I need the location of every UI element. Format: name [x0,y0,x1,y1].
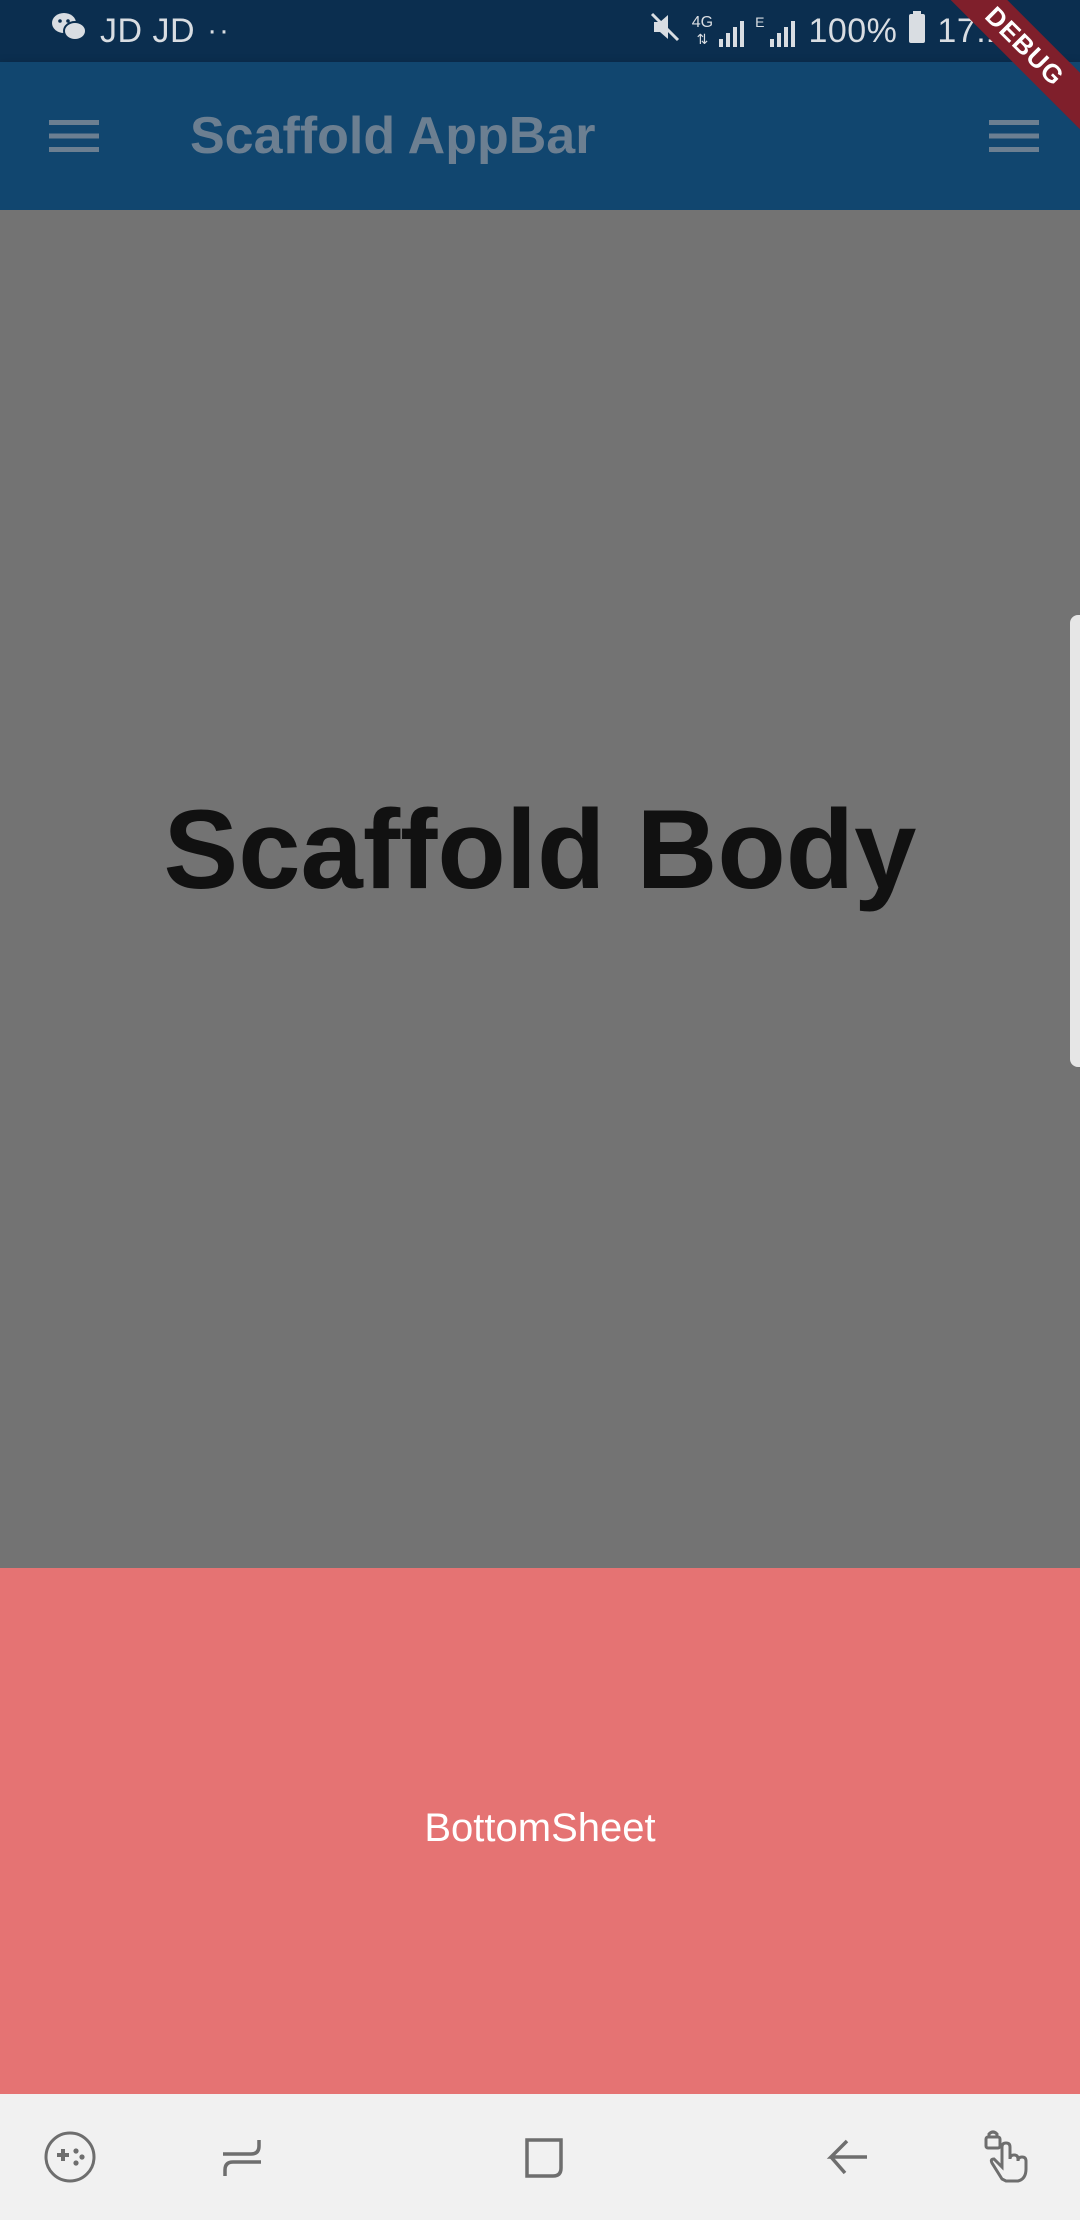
wechat-icon [50,10,88,53]
game-tools-button[interactable] [40,2127,100,2187]
navigation-bar [0,2094,1080,2220]
status-dots: ·· [207,14,232,47]
menu-icon [49,120,99,152]
app-bar: Scaffold AppBar [0,62,1080,210]
touch-lock-button[interactable] [978,2127,1038,2187]
bottom-sheet-label: BottomSheet [424,1806,656,1850]
status-carrier-text: JD JD [100,11,196,50]
screen: JD JD ·· 4G ⇅ E 100% Scaffold AppBar DEB… [0,0,1080,2220]
home-button[interactable] [514,2127,574,2187]
battery-percent: 100% [808,11,898,50]
mute-icon [648,10,682,53]
leading-menu-button[interactable] [44,106,104,166]
body-text: Scaffold Body [163,787,917,912]
back-button[interactable] [818,2127,878,2187]
game-tools-icon [44,2131,96,2183]
app-bar-title: Scaffold AppBar [190,107,596,165]
touch-lock-icon [984,2130,1028,2183]
status-left: JD JD ·· [50,10,231,52]
trailing-menu-button[interactable] [984,106,1044,166]
recent-apps-button[interactable] [212,2127,272,2187]
status-bar: JD JD ·· 4G ⇅ E 100% [0,0,1080,62]
menu-icon [989,120,1039,152]
battery-icon [907,10,927,53]
home-icon [525,2138,563,2178]
bottom-sheet[interactable]: BottomSheet [0,1568,1080,2094]
network-4g-label: 4G [691,14,714,31]
network-e-label: E [755,14,765,30]
signal-icon: 4G ⇅ E [692,15,799,47]
back-icon [826,2139,867,2175]
recent-apps-icon [223,2140,261,2176]
